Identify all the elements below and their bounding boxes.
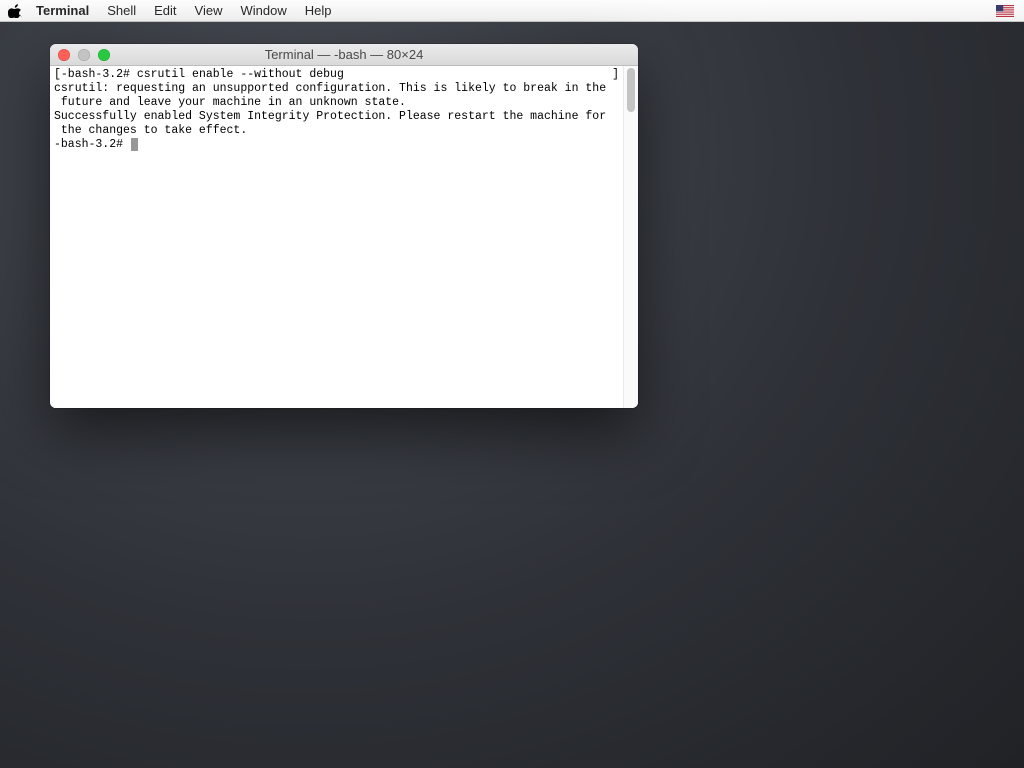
- terminal-body: [-bash-3.2# csrutil enable --without deb…: [50, 66, 638, 408]
- output-line-3: Successfully enabled System Integrity Pr…: [54, 110, 606, 123]
- app-name[interactable]: Terminal: [36, 3, 89, 18]
- terminal-content[interactable]: [-bash-3.2# csrutil enable --without deb…: [50, 66, 623, 408]
- apple-menu-icon[interactable]: [8, 4, 22, 18]
- window-titlebar[interactable]: Terminal — -bash — 80×24: [50, 44, 638, 66]
- scrollbar-thumb[interactable]: [627, 68, 635, 112]
- output-line-1: csrutil: requesting an unsupported confi…: [54, 82, 606, 95]
- prompt-2: -bash-3.2#: [54, 138, 130, 151]
- prompt-1: -bash-3.2#: [61, 68, 137, 81]
- traffic-lights: [50, 49, 110, 61]
- cursor-icon: [131, 138, 138, 151]
- output-line-2: future and leave your machine in an unkn…: [54, 96, 406, 109]
- menu-shell[interactable]: Shell: [107, 3, 136, 18]
- command-1: csrutil enable --without debug: [137, 68, 344, 81]
- system-menubar: Terminal Shell Edit View Window Help: [0, 0, 1024, 22]
- menu-edit[interactable]: Edit: [154, 3, 176, 18]
- input-source-flag-icon[interactable]: [996, 5, 1014, 17]
- window-title: Terminal — -bash — 80×24: [265, 47, 424, 62]
- output-line-4: the changes to take effect.: [54, 124, 247, 137]
- terminal-window: Terminal — -bash — 80×24 [-bash-3.2# csr…: [50, 44, 638, 408]
- menu-window[interactable]: Window: [241, 3, 287, 18]
- menu-help[interactable]: Help: [305, 3, 332, 18]
- close-button[interactable]: [58, 49, 70, 61]
- menu-view[interactable]: View: [195, 3, 223, 18]
- zoom-button[interactable]: [98, 49, 110, 61]
- vertical-scrollbar[interactable]: [623, 66, 638, 408]
- minimize-button[interactable]: [78, 49, 90, 61]
